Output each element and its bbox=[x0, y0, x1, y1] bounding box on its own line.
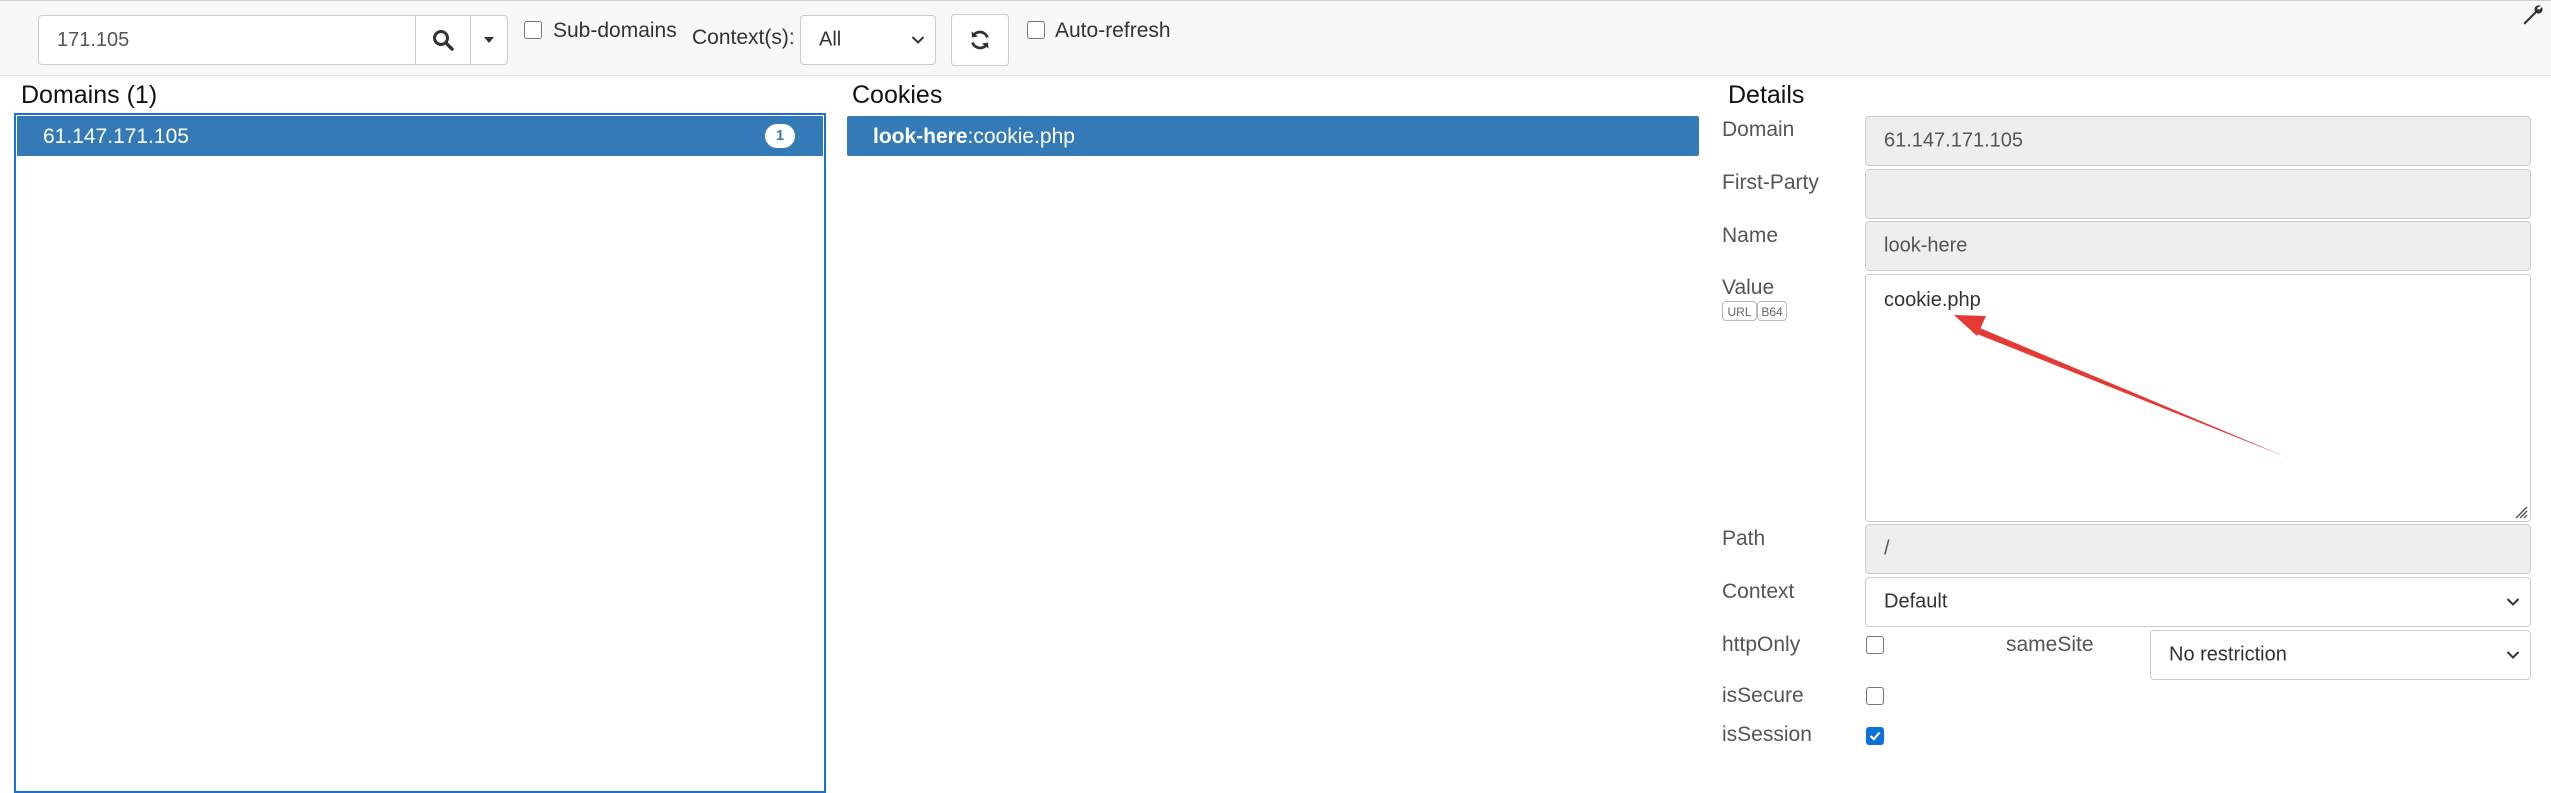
name-field[interactable]: look-here bbox=[1865, 221, 2531, 271]
subdomains-label: Sub-domains bbox=[553, 19, 677, 42]
cookie-item-value: cookie.php bbox=[973, 125, 1075, 148]
search-button[interactable] bbox=[415, 15, 471, 65]
issecure-label: isSecure bbox=[1722, 684, 1804, 707]
first-party-label: First-Party bbox=[1722, 171, 1819, 194]
autorefresh-checkbox[interactable] bbox=[1027, 21, 1045, 39]
path-field[interactable]: / bbox=[1865, 524, 2531, 574]
cookies-title: Cookies bbox=[852, 81, 943, 109]
cookie-item[interactable]: look-here:cookie.php bbox=[847, 116, 1699, 156]
caret-down-icon bbox=[484, 37, 494, 43]
issession-label: isSession bbox=[1722, 723, 1812, 746]
issecure-checkbox[interactable] bbox=[1866, 687, 1884, 705]
value-textarea-value: cookie.php bbox=[1884, 289, 1981, 311]
name-field-value: look-here bbox=[1884, 234, 1968, 257]
cookie-item-name: look-here bbox=[873, 125, 968, 148]
context-label: Context bbox=[1722, 580, 1795, 603]
domain-item-name: 61.147.171.105 bbox=[43, 125, 189, 148]
context-select-value: Default bbox=[1884, 590, 1948, 613]
domains-list[interactable]: 61.147.171.105 1 bbox=[14, 113, 826, 793]
chevron-down-icon bbox=[2506, 651, 2520, 659]
first-party-field[interactable] bbox=[1865, 169, 2531, 219]
name-label: Name bbox=[1722, 224, 1779, 247]
httponly-checkbox[interactable] bbox=[1866, 636, 1884, 654]
toolbar: Sub-domains Context(s): All Auto-refresh bbox=[0, 0, 2551, 76]
refresh-icon bbox=[971, 30, 989, 50]
search-input[interactable] bbox=[38, 15, 416, 65]
autorefresh-label: Auto-refresh bbox=[1055, 19, 1171, 42]
details-title: Details bbox=[1728, 81, 1805, 109]
path-field-value: / bbox=[1884, 537, 1890, 560]
resize-handle-icon[interactable] bbox=[2514, 505, 2528, 519]
domain-label: Domain bbox=[1722, 118, 1795, 141]
domain-field-value: 61.147.171.105 bbox=[1884, 129, 2024, 152]
samesite-select-value: No restriction bbox=[2169, 643, 2287, 666]
path-label: Path bbox=[1722, 527, 1766, 550]
checkmark-icon bbox=[1869, 731, 1881, 741]
chevron-down-icon bbox=[2506, 598, 2520, 606]
context-select[interactable]: Default bbox=[1865, 577, 2531, 627]
samesite-label: sameSite bbox=[2006, 633, 2094, 656]
value-textarea[interactable]: cookie.php bbox=[1865, 274, 2531, 522]
search-options-button[interactable] bbox=[470, 15, 508, 65]
search-icon bbox=[433, 30, 454, 51]
subdomains-checkbox[interactable] bbox=[524, 21, 542, 39]
value-label: Value bbox=[1722, 276, 1775, 299]
contexts-select[interactable]: All bbox=[800, 15, 936, 65]
httponly-label: httpOnly bbox=[1722, 633, 1801, 656]
base64-decode-button[interactable]: B64 bbox=[1757, 301, 1787, 321]
issession-checkbox[interactable] bbox=[1866, 727, 1884, 745]
chevron-down-icon bbox=[911, 36, 925, 44]
refresh-button[interactable] bbox=[951, 14, 1009, 66]
contexts-label: Context(s): bbox=[692, 26, 795, 49]
url-decode-button[interactable]: URL bbox=[1722, 301, 1757, 321]
domains-title: Domains (1) bbox=[21, 81, 158, 109]
samesite-select[interactable]: No restriction bbox=[2150, 630, 2531, 680]
domain-item[interactable]: 61.147.171.105 1 bbox=[17, 116, 823, 156]
contexts-select-value: All bbox=[819, 28, 842, 51]
domain-cookie-count-badge: 1 bbox=[765, 124, 795, 148]
domain-field[interactable]: 61.147.171.105 bbox=[1865, 116, 2531, 166]
wrench-icon[interactable] bbox=[2520, 3, 2544, 27]
